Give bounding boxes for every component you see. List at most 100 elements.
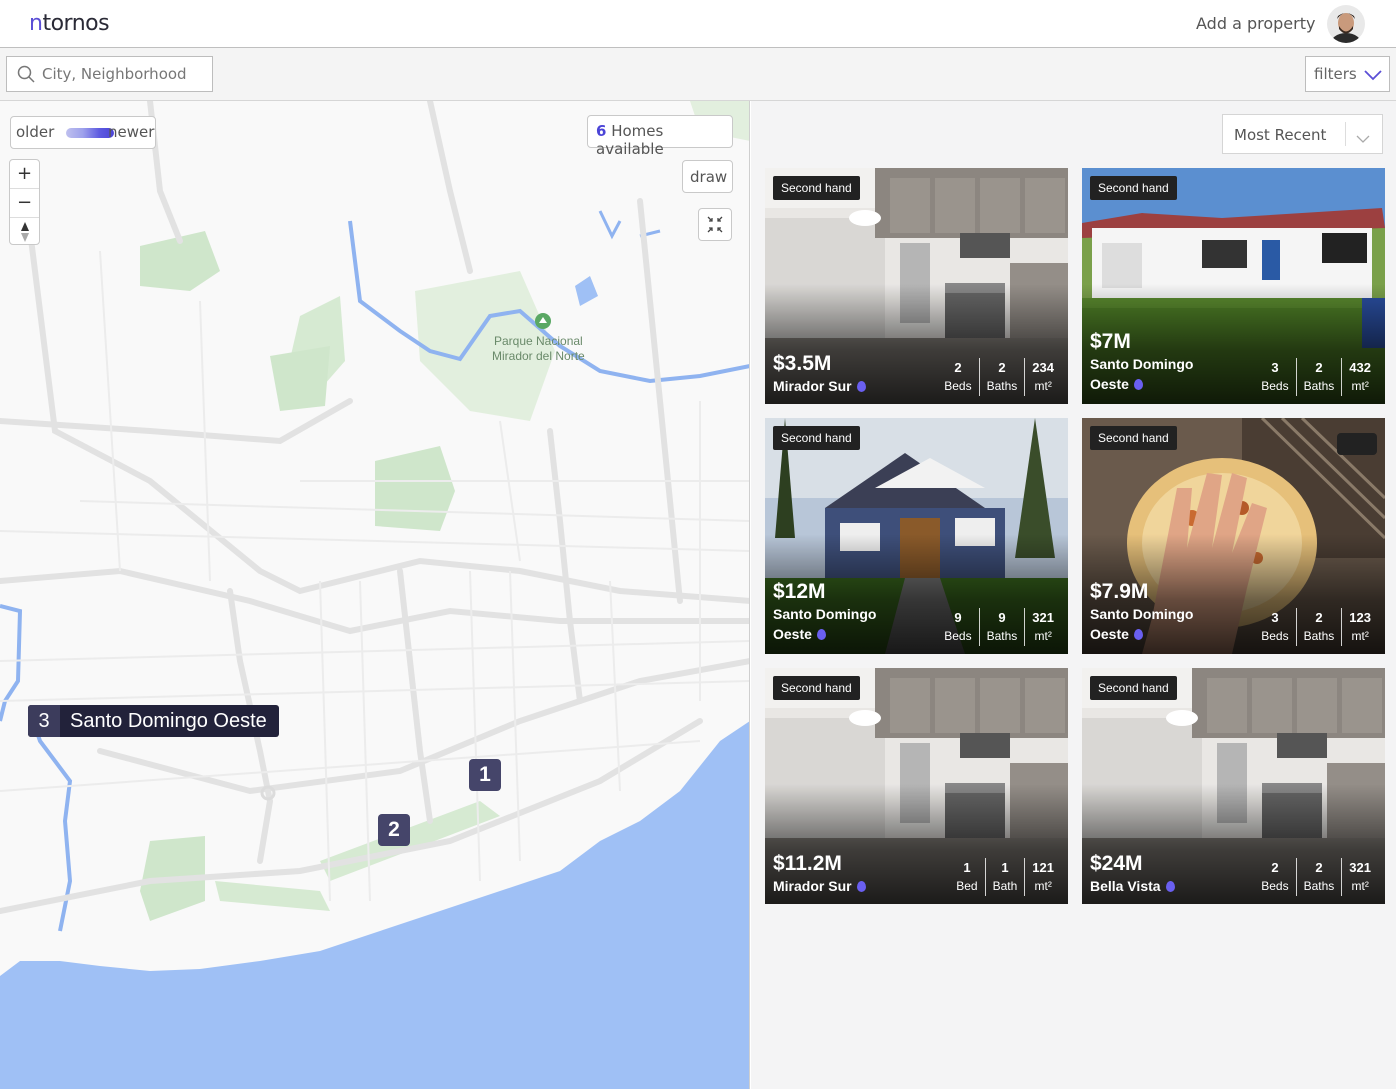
beds-label: Beds [944, 379, 972, 393]
listing-card[interactable]: Second hand $24M Bella Vista 2 Beds 2 Baths 321… [1082, 668, 1385, 904]
baths-value: 9 [998, 610, 1006, 625]
search-input[interactable] [42, 62, 207, 86]
timeline-slider[interactable]: older newer [10, 116, 156, 149]
area-label: mt² [1034, 629, 1052, 643]
listing-badge: Second hand [1090, 676, 1177, 700]
beds-label: Bed [956, 879, 978, 893]
logo-accent: n [29, 11, 43, 36]
listing-stats: 9 Beds 9 Baths 321 mt² [937, 608, 1061, 646]
location-pin-icon [1133, 379, 1143, 390]
map-cluster-label[interactable]: 3 Santo Domingo Oeste [28, 705, 279, 737]
baths-value: 1 [1001, 860, 1009, 875]
map-pin[interactable]: 1 [469, 759, 501, 791]
beds-value: 1 [963, 860, 971, 875]
map-pin[interactable]: 2 [378, 814, 410, 846]
area-stat: 234 mt² [1024, 358, 1061, 396]
zoom-in-button[interactable]: + [10, 160, 39, 189]
listing-stats: 3 Beds 2 Baths 123 mt² [1254, 608, 1378, 646]
zoom-controls: + − [9, 159, 40, 245]
beds-label: Beds [1261, 629, 1289, 643]
search-icon [17, 65, 35, 87]
baths-stat: 2 Baths [978, 358, 1025, 396]
listing-card[interactable]: Second hand $11.2M Mirador Sur 1 Bed 1 Bath 121… [765, 668, 1068, 904]
area-value: 321 [1349, 860, 1371, 875]
sort-select[interactable]: Most Recent [1222, 114, 1383, 154]
area-value: 123 [1349, 610, 1371, 625]
listing-badge: Second hand [773, 176, 860, 200]
listing-location: Santo Domingo Oeste [773, 604, 876, 644]
beds-value: 2 [954, 360, 962, 375]
area-stat: 123 mt² [1341, 608, 1378, 646]
search-box[interactable] [6, 56, 213, 92]
zoom-out-button[interactable]: − [10, 189, 39, 218]
park-label-line2: Mirador del Norte [492, 349, 585, 363]
listing-badge: Second hand [1090, 176, 1177, 200]
listing-card[interactable]: Second hand $3.5M Mirador Sur 2 Beds 2 Baths 23… [765, 168, 1068, 404]
cluster-count: 3 [28, 705, 60, 737]
park-label: Parque Nacional Mirador del Norte [492, 334, 585, 364]
listing-stats: 1 Bed 1 Bath 121 mt² [949, 858, 1061, 896]
cluster-name: Santo Domingo Oeste [70, 709, 267, 732]
area-value: 321 [1032, 610, 1054, 625]
listing-price: $7M [1090, 330, 1131, 353]
area-label: mt² [1351, 629, 1369, 643]
listing-badge: Second hand [1090, 426, 1177, 450]
sort-divider [1345, 122, 1346, 146]
listing-card[interactable]: Second hand $7.9M Santo Domingo Oeste 3 Beds 2… [1082, 418, 1385, 654]
search-bar-row: filters [0, 48, 1396, 101]
filters-button[interactable]: filters [1305, 56, 1390, 92]
area-label: mt² [1351, 379, 1369, 393]
listing-card[interactable]: Second hand $7M Santo Domingo Oeste 3 Beds 2 Ba… [1082, 168, 1385, 404]
area-label: mt² [1034, 879, 1052, 893]
collapse-map-button[interactable] [698, 208, 732, 241]
baths-stat: 2 Baths [1295, 358, 1342, 396]
add-property-link[interactable]: Add a property [1196, 14, 1315, 33]
homes-available-badge: 6 Homes available [587, 115, 733, 158]
location-pin-icon [856, 381, 866, 392]
logo[interactable]: ntornos [29, 11, 110, 36]
baths-stat: 9 Baths [978, 608, 1025, 646]
draw-label: draw [690, 168, 728, 186]
listing-price: $24M [1090, 852, 1143, 875]
listing-price: $12M [773, 580, 826, 603]
location-line2: Oeste [1090, 626, 1129, 642]
beds-label: Beds [1261, 379, 1289, 393]
baths-value: 2 [1315, 860, 1323, 875]
listing-location: Santo Domingo Oeste [1090, 604, 1193, 644]
homes-label: Homes available [596, 122, 664, 158]
location-line1: Santo Domingo [1090, 356, 1194, 372]
beds-label: Beds [1261, 879, 1289, 893]
listing-stats: 2 Beds 2 Baths 234 mt² [937, 358, 1061, 396]
top-header: ntornos Add a property [0, 0, 1396, 48]
timeline-range-bar[interactable] [66, 128, 114, 138]
draw-button[interactable]: draw [682, 160, 733, 193]
chevron-down-icon [1356, 130, 1370, 148]
collapse-icon [699, 216, 731, 244]
baths-label: Baths [1303, 879, 1335, 893]
map[interactable]: Parque Nacional Mirador del Norte older … [0, 101, 750, 1089]
newer-label: newer [108, 123, 155, 141]
beds-label: Beds [944, 629, 972, 643]
location-line1: Bella Vista [1090, 878, 1161, 894]
baths-label: Bath [992, 879, 1018, 893]
beds-value: 3 [1271, 610, 1279, 625]
location-line1: Santo Domingo [1090, 606, 1194, 622]
baths-value: 2 [1315, 360, 1323, 375]
listing-card[interactable]: Second hand $12M Santo Domingo Oeste 9 Beds 9 B… [765, 418, 1068, 654]
compass-button[interactable] [10, 218, 39, 247]
beds-stat: 3 Beds [1254, 608, 1295, 646]
location-line1: Santo Domingo [773, 606, 877, 622]
beds-stat: 3 Beds [1254, 358, 1295, 396]
listing-location: Bella Vista [1090, 876, 1175, 896]
listings-panel: Most Recent Second hand $3.5M Mirador Sur 2… [751, 101, 1396, 1089]
location-pin-icon [816, 629, 826, 640]
beds-stat: 9 Beds [937, 608, 978, 646]
user-avatar[interactable] [1327, 5, 1365, 43]
homes-count: 6 [596, 122, 607, 140]
baths-value: 2 [998, 360, 1006, 375]
chevron-down-icon [1364, 67, 1382, 85]
listing-location: Santo Domingo Oeste [1090, 354, 1193, 394]
baths-label: Baths [1303, 629, 1335, 643]
area-stat: 121 mt² [1024, 858, 1061, 896]
listing-price: $7.9M [1090, 580, 1149, 603]
